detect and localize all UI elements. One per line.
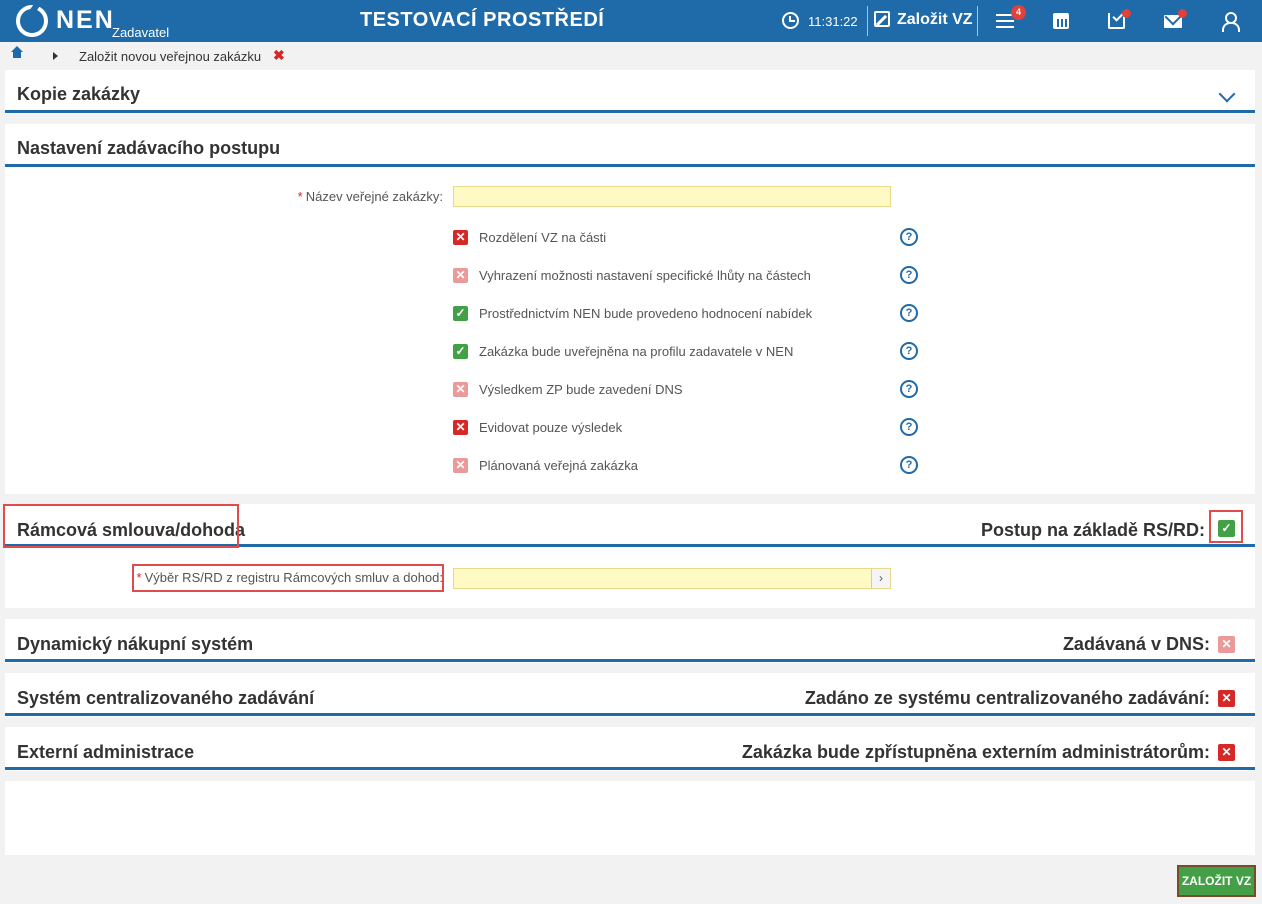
central-toggle-label: Zadáno ze systému centralizovaného zadáv…	[804, 688, 1210, 708]
framework-panel: Rámcová smlouva/dohoda Postup na základě…	[3, 504, 1255, 608]
help-icon[interactable]: ?	[900, 380, 918, 398]
framework-select-input[interactable]: ›	[453, 568, 891, 589]
contract-name-input[interactable]	[453, 186, 891, 207]
option-row: ✕ Plánovaná veřejná zakázka ?	[453, 456, 933, 476]
create-vz-link[interactable]: Založit VZ	[897, 11, 973, 29]
chevron-right-icon[interactable]: ›	[871, 569, 890, 588]
option-row: ✕ Evidovat pouze výsledek ?	[453, 418, 933, 438]
highlight-box	[1209, 510, 1243, 543]
option-label: Plánovaná veřejná zakázka	[479, 458, 638, 473]
external-toggle-label: Zakázka bude zpřístupněna externím admin…	[741, 742, 1210, 762]
external-panel-header: Externí administrace Zakázka bude zpříst…	[5, 727, 1255, 770]
option-label: Prostřednictvím NEN bude provedeno hodno…	[479, 306, 813, 321]
checkbox[interactable]: ✕	[453, 420, 468, 435]
checkbox[interactable]: ✓	[453, 344, 468, 359]
checkbox[interactable]: ✕	[453, 458, 468, 473]
copy-panel: Kopie zakázky	[5, 70, 1255, 114]
copy-panel-header[interactable]: Kopie zakázky	[5, 70, 1255, 113]
user-icon[interactable]	[1222, 12, 1240, 32]
brand-role: Zadavatel	[112, 25, 170, 40]
close-icon[interactable]: ✖	[273, 47, 285, 64]
option-row: ✓ Prostřednictvím NEN bude provedeno hod…	[453, 304, 933, 324]
settings-panel: Nastavení zadávacího postupu * Název veře…	[5, 124, 1255, 494]
option-row: ✕ Vyhrazení možnosti nastavení specifick…	[453, 266, 933, 286]
chevron-down-icon[interactable]	[1218, 85, 1236, 103]
nen-logo-icon[interactable]	[16, 5, 48, 37]
help-icon[interactable]: ?	[900, 228, 918, 246]
help-icon[interactable]: ?	[900, 266, 918, 284]
breadcrumb: Založit novou veřejnou zakázku ✖	[0, 42, 1262, 70]
checkbox[interactable]: ✕	[453, 230, 468, 245]
central-panel: Systém centralizovaného zadávání Zadáno …	[5, 673, 1255, 717]
external-toggle-checkbox[interactable]: ✕	[1218, 744, 1235, 761]
breadcrumb-current[interactable]: Založit novou veřejnou zakázku	[79, 49, 261, 64]
help-icon[interactable]: ?	[900, 342, 918, 360]
option-label: Rozdělení VZ na části	[479, 230, 607, 245]
option-row: ✕ Výsledkem ZP bude zavedení DNS ?	[453, 380, 933, 400]
option-label: Vyhrazení možnosti nastavení specifické …	[479, 268, 811, 283]
create-vz-button[interactable]: ZALOŽIT VZ	[1177, 865, 1256, 897]
central-panel-title: Systém centralizovaného zadávání	[17, 688, 315, 708]
external-panel-title: Externí administrace	[17, 742, 195, 762]
divider	[867, 6, 868, 36]
option-row: ✕ Rozdělení VZ na části ?	[453, 228, 933, 248]
menu-badge: 4	[1011, 5, 1026, 20]
contract-name-label: * Název veřejné zakázky:	[297, 189, 443, 204]
top-bar: NEN Zadavatel TESTOVACÍ PROSTŘEDÍ 11:31:…	[0, 0, 1262, 42]
central-panel-header: Systém centralizovaného zadávání Zadáno …	[5, 673, 1255, 716]
help-icon[interactable]: ?	[900, 304, 918, 322]
checkbox[interactable]: ✓	[453, 306, 468, 321]
external-panel: Externí administrace Zakázka bude zpříst…	[5, 727, 1255, 771]
inbox-notification-dot	[1122, 9, 1131, 18]
settings-panel-title: Nastavení zadávacího postupu	[17, 138, 281, 158]
brand-name[interactable]: NEN	[56, 6, 115, 35]
mail-notification-dot	[1178, 9, 1187, 18]
dns-toggle-label: Zadávaná v DNS:	[1062, 634, 1210, 654]
clock-icon	[782, 12, 799, 29]
dns-toggle-checkbox[interactable]: ✕	[1218, 636, 1235, 653]
help-icon[interactable]: ?	[900, 456, 918, 474]
dns-panel: Dynamický nákupní systém Zadávaná v DNS:…	[5, 619, 1255, 663]
framework-toggle-label: Postup na základě RS/RD:	[980, 520, 1205, 540]
settings-panel-header: Nastavení zadávacího postupu	[5, 124, 1255, 167]
home-icon[interactable]	[11, 46, 23, 61]
breadcrumb-arrow-icon	[53, 52, 58, 60]
highlight-box	[3, 504, 239, 548]
option-label: Evidovat pouze výsledek	[479, 420, 623, 435]
central-toggle-checkbox[interactable]: ✕	[1218, 690, 1235, 707]
copy-panel-title: Kopie zakázky	[17, 84, 141, 104]
checkbox[interactable]: ✕	[453, 382, 468, 397]
option-label: Zakázka bude uveřejněna na profilu zadav…	[479, 344, 794, 359]
session-time: 11:31:22	[808, 14, 858, 29]
empty-panel	[5, 781, 1255, 855]
dns-panel-title: Dynamický nákupní systém	[17, 634, 254, 654]
highlight-box	[132, 564, 444, 592]
dns-panel-header: Dynamický nákupní systém Zadávaná v DNS:…	[5, 619, 1255, 662]
help-icon[interactable]: ?	[900, 418, 918, 436]
environment-title: TESTOVACÍ PROSTŘEDÍ	[360, 9, 605, 31]
option-label: Výsledkem ZP bude zavedení DNS	[479, 382, 683, 397]
calculator-icon[interactable]	[1053, 13, 1069, 29]
checkbox[interactable]: ✕	[453, 268, 468, 283]
edit-icon[interactable]	[874, 11, 890, 27]
option-row: ✓ Zakázka bude uveřejněna na profilu zad…	[453, 342, 933, 362]
divider	[977, 6, 978, 36]
